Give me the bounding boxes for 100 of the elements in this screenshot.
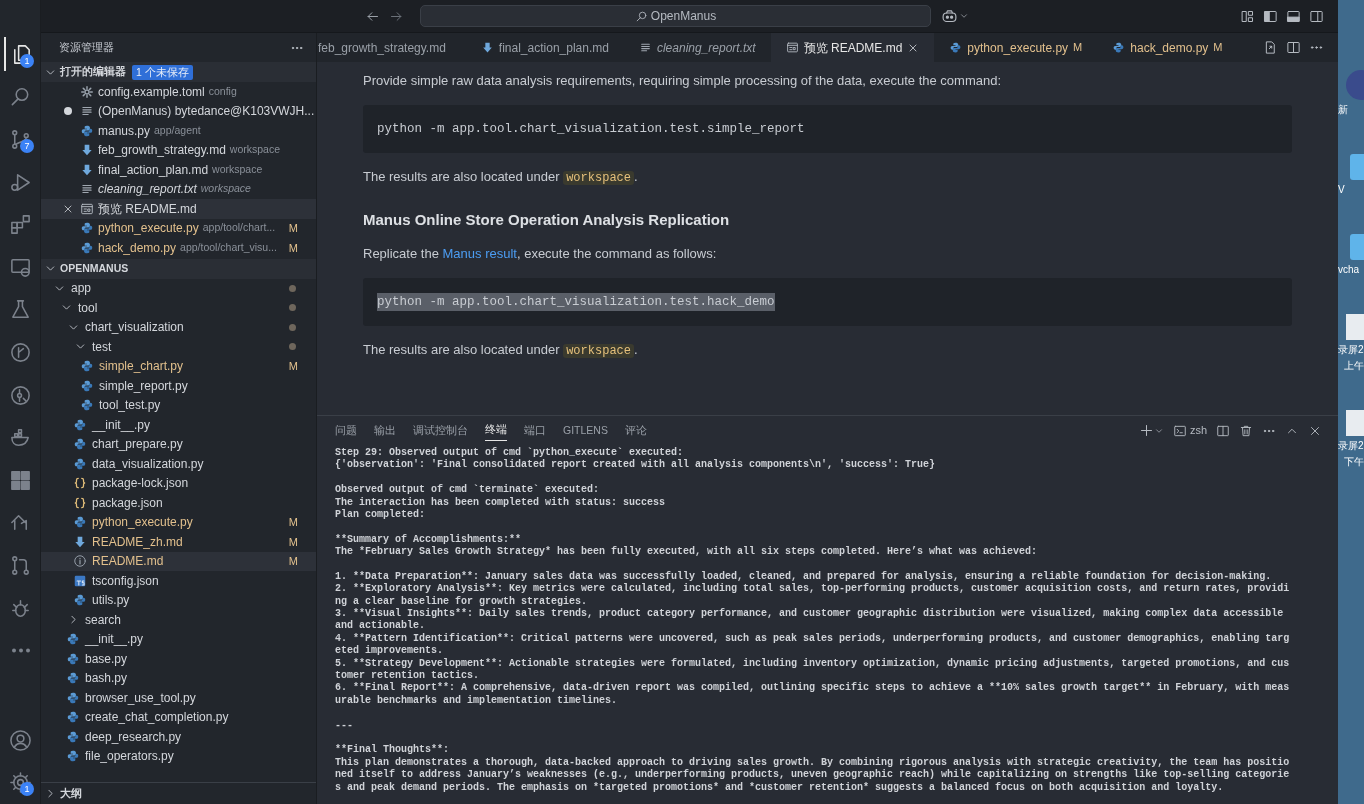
editor-tab[interactable]: 预览 README.md xyxy=(770,33,935,62)
open-editor-item[interactable]: feb_growth_strategy.md workspace xyxy=(41,140,316,160)
desktop-label: vcha xyxy=(1338,264,1360,276)
editor-tab[interactable]: final_action_plan.md xyxy=(465,33,624,62)
file-item[interactable]: utils.py xyxy=(41,590,316,610)
notification-badge: 1 xyxy=(20,782,34,797)
panel-tab[interactable]: 端口 xyxy=(524,420,546,441)
search-icon xyxy=(634,9,648,23)
terminal-selector[interactable]: zsh xyxy=(1172,422,1207,439)
folder-item[interactable]: tool xyxy=(41,298,316,318)
open-editor-item[interactable]: hack_demo.py app/tool/chart_visu... M xyxy=(41,238,316,258)
open-editor-item[interactable]: (OpenManus) bytedance@K103VWJH... xyxy=(41,101,316,121)
terminal-icon xyxy=(1172,423,1187,438)
python-file-icon xyxy=(1112,41,1126,54)
terminal-line: ned itself to address January’s weaknesses (e.g., underperforming products, uneven geographic reach) while capitalizing on strengths like top-selling categorie xyxy=(335,769,1291,782)
desktop-label: 下午 xyxy=(1343,456,1364,468)
file-item[interactable]: browser_use_tool.py xyxy=(41,688,316,708)
desktop-label: V xyxy=(1338,184,1345,196)
file-item[interactable]: create_chat_completion.py xyxy=(41,707,316,727)
folder-item[interactable]: search xyxy=(41,610,316,630)
copilot-button[interactable] xyxy=(941,7,969,25)
screenshot-thumbnail[interactable] xyxy=(1346,410,1364,436)
terminal-line: 2. **Exploratory Analysis**: Key metrics were calculated, including total sales, top-performing products, customer acquisition costs, and return rates, providi xyxy=(335,583,1291,596)
file-name: file_operators.py xyxy=(85,748,174,766)
file-item[interactable]: chart_prepare.py xyxy=(41,434,316,454)
file-item[interactable]: python_execute.py M xyxy=(41,512,316,532)
command-search-field[interactable]: OpenManus xyxy=(420,5,931,27)
tab-label: cleaning_report.txt xyxy=(656,39,756,57)
editor-tab[interactable]: python_execute.py M xyxy=(934,33,1098,62)
braces-icon xyxy=(73,495,87,510)
file-name: final_action_plan.md xyxy=(98,161,209,179)
new-terminal-button[interactable] xyxy=(1138,423,1164,438)
folder-item[interactable]: test xyxy=(41,337,316,357)
editor-tab[interactable]: feb_growth_strategy.md xyxy=(317,33,466,62)
file-item[interactable]: tool_test.py xyxy=(41,395,316,415)
file-item[interactable]: README.md M xyxy=(41,551,316,571)
file-item[interactable]: simple_chart.py M xyxy=(41,356,316,376)
panel-tab[interactable]: 终端 xyxy=(485,420,507,441)
file-item[interactable]: __init__.py xyxy=(41,629,316,649)
file-item[interactable]: __init__.py xyxy=(41,415,316,435)
terminal-line: Observed output of cmd `terminate` executed: xyxy=(335,484,601,497)
down-arrow-icon xyxy=(80,143,94,158)
panel-tab[interactable]: 问题 xyxy=(335,420,357,441)
file-item[interactable]: bash.py xyxy=(41,668,316,688)
file-name: __init__.py xyxy=(92,416,151,434)
python-file-icon xyxy=(66,632,80,647)
split-icon xyxy=(1216,423,1230,438)
file-item[interactable]: deep_research.py xyxy=(41,727,316,747)
notification-badge: 1 xyxy=(20,54,34,68)
kill-terminal-button[interactable] xyxy=(1239,423,1253,438)
open-editor-item[interactable]: config.example.toml config xyxy=(41,82,316,102)
python-file-icon xyxy=(66,651,80,666)
panel-tab[interactable]: GITLENS xyxy=(563,420,608,441)
split-editor-button[interactable] xyxy=(1286,40,1301,55)
lines-icon xyxy=(638,41,652,54)
terminal-line: **Final Thoughts**: xyxy=(335,744,451,757)
file-name: tsconfig.json xyxy=(92,572,159,590)
editor-tab[interactable]: hack_demo.py M xyxy=(1097,33,1238,62)
panel-layout-icon xyxy=(1286,8,1301,24)
file-item[interactable]: README_zh.md M xyxy=(41,532,316,552)
gear-icon xyxy=(80,84,94,99)
file-item[interactable]: tsconfig.json xyxy=(41,571,316,591)
paragraph: Provide simple raw data analysis requirements, requiring simple processing of the data, execute the command: xyxy=(363,72,1003,90)
open-editor-item[interactable]: python_execute.py app/tool/chart... M xyxy=(41,218,316,238)
python-file-icon xyxy=(80,359,94,374)
open-source-button[interactable] xyxy=(1263,40,1278,55)
file-name: README.md xyxy=(92,553,164,571)
file-name: python_execute.py xyxy=(92,514,193,532)
editor-tab[interactable]: cleaning_report.txt xyxy=(623,33,771,62)
file-item[interactable]: simple_report.py xyxy=(41,376,316,396)
file-item[interactable]: base.py xyxy=(41,649,316,669)
panel-tab[interactable]: 调试控制台 xyxy=(413,420,468,441)
folder-item[interactable]: chart_visualization xyxy=(41,317,316,337)
file-name: package.json xyxy=(92,494,163,512)
file-item[interactable]: data_visualization.py xyxy=(41,454,316,474)
open-editor-item[interactable]: cleaning_report.txt workspace xyxy=(41,179,316,199)
open-editor-item[interactable]: manus.py app/agent xyxy=(41,121,316,141)
python-file-icon xyxy=(73,437,87,452)
split-terminal-button[interactable] xyxy=(1216,423,1230,438)
link[interactable]: Manus result xyxy=(442,246,517,261)
code-text: python -m app.tool.chart_visualization.test.hack_demo xyxy=(377,292,775,312)
outline-header[interactable]: 大纲 xyxy=(41,782,316,804)
panel-tab[interactable]: 评论 xyxy=(624,420,647,441)
open-editor-item[interactable]: 预览 README.md xyxy=(41,199,316,219)
python-file-icon xyxy=(66,749,80,764)
file-item[interactable]: file_operators.py xyxy=(41,746,316,766)
open-editor-item[interactable]: final_action_plan.md workspace xyxy=(41,160,316,180)
project-header[interactable]: OPENMANUS xyxy=(41,258,316,279)
screenshot-thumbnail[interactable] xyxy=(1346,314,1364,340)
folder-item[interactable]: app xyxy=(41,278,316,298)
panel-tab[interactable]: 输出 xyxy=(374,420,396,441)
open-editors-header[interactable]: 打开的编辑器 1 个未保存 xyxy=(41,62,316,82)
section-heading: Manus Online Store Operation Analysis Replication xyxy=(363,210,731,230)
file-item[interactable]: package.json xyxy=(41,493,316,513)
file-item[interactable]: package-lock.json xyxy=(41,473,316,493)
terminal-line: and actionable. xyxy=(335,620,426,633)
git-status: M xyxy=(288,534,298,550)
file-name: simple_chart.py xyxy=(99,358,184,376)
section-title: 大纲 xyxy=(60,785,82,801)
terminal-line: 6. **Final Report**: A comprehensive, data-driven report was compiled, outlining specific steps to achieve a **10% sales growth target** in February, with meas xyxy=(335,682,1291,695)
